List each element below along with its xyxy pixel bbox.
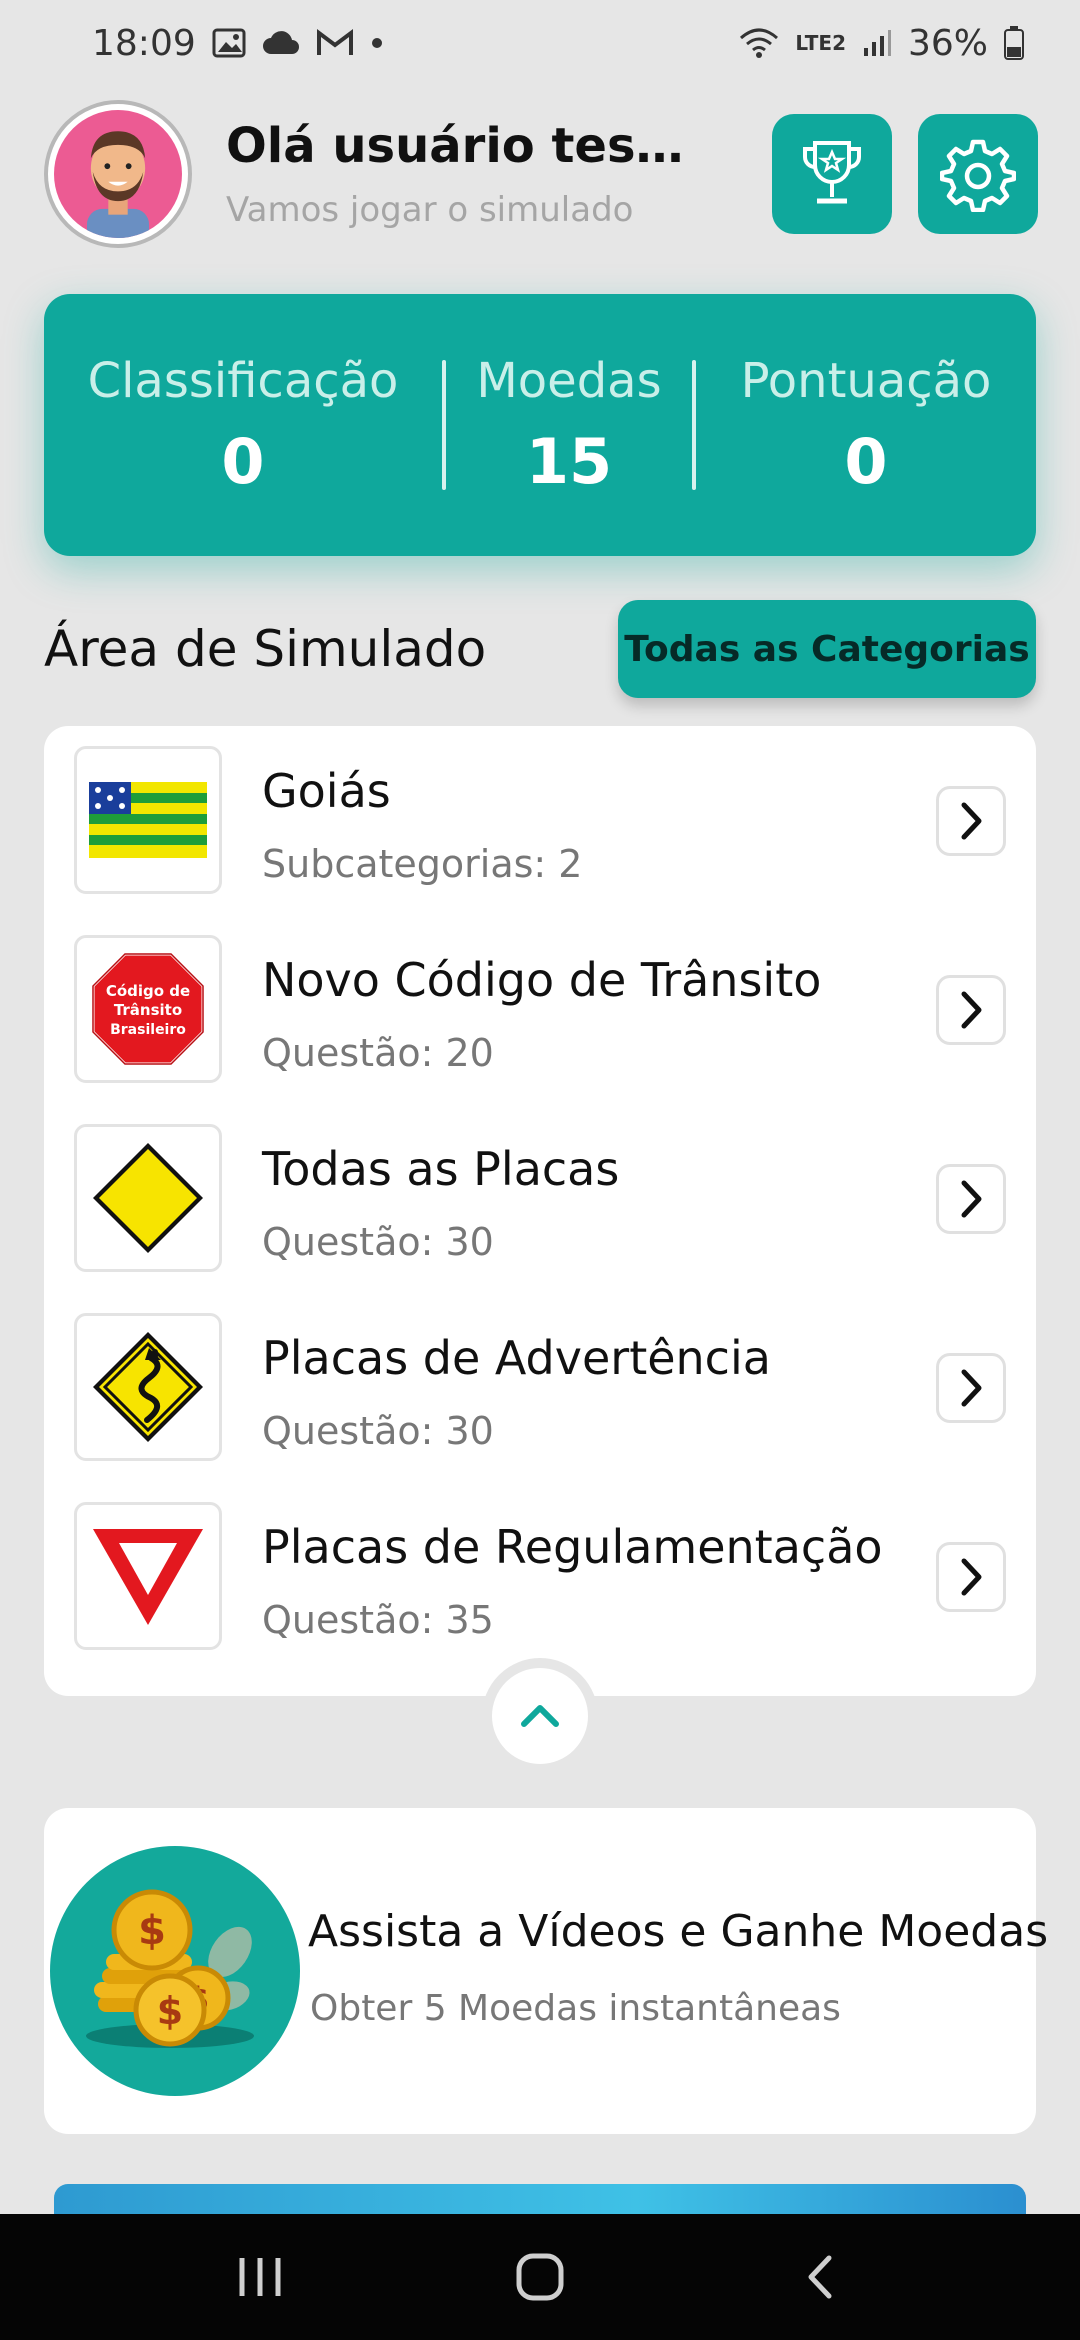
settings-button[interactable] (918, 114, 1038, 234)
reward-title: Assista a Vídeos e Ganhe Moedas (308, 1906, 1049, 1957)
chevron-right-icon[interactable] (936, 975, 1006, 1045)
back-icon (808, 2255, 832, 2299)
wifi-icon (739, 26, 779, 60)
yield-sign-icon (74, 1502, 222, 1650)
category-item-novo-codigo[interactable]: Código de Trânsito Brasileiro Novo Códig… (44, 935, 1036, 1124)
category-title: Placas de Advertência (262, 1331, 771, 1385)
section-title: Área de Simulado (44, 620, 487, 678)
image-icon (212, 28, 246, 58)
watch-videos-card[interactable]: $ $ $ Assista a Vídeos e Ganhe Moedas Ob… (44, 1808, 1048, 2134)
category-title: Placas de Regulamentação (262, 1520, 883, 1574)
stop-sign-icon: Código de Trânsito Brasileiro (74, 935, 222, 1083)
status-time: 18:09 (92, 22, 196, 64)
category-list: Goiás Subcategorias: 2 Código de Trânsit… (44, 726, 1036, 1696)
recent-apps-icon (239, 2258, 281, 2296)
category-subtitle: Questão: 30 (262, 1409, 494, 1453)
goias-flag-icon (74, 746, 222, 894)
chevron-right-icon[interactable] (936, 1542, 1006, 1612)
status-bar: 18:09 LTE2 36% (0, 0, 1080, 86)
category-item-todas-placas[interactable]: Todas as Placas Questão: 30 (44, 1124, 1036, 1313)
category-subtitle: Subcategorias: 2 (262, 842, 583, 886)
leaderboard-button[interactable] (772, 114, 892, 234)
category-title: Novo Código de Trânsito (262, 953, 822, 1007)
stat-coins[interactable]: Moedas 15 (446, 353, 692, 498)
gear-icon (940, 139, 1016, 212)
recent-apps-button[interactable] (200, 2227, 320, 2327)
category-item-goias[interactable]: Goiás Subcategorias: 2 (44, 746, 1036, 935)
category-title: Goiás (262, 764, 391, 818)
stat-ranking[interactable]: Classificação 0 (44, 353, 442, 498)
svg-text:$: $ (157, 1989, 183, 2033)
stat-score-label: Pontuação (740, 352, 992, 409)
stat-coins-label: Moedas (476, 352, 662, 409)
signal-icon (862, 28, 892, 58)
greeting-text: Olá usuário teste ... (226, 118, 706, 174)
chevron-right-icon[interactable] (936, 1353, 1006, 1423)
chevron-right-icon[interactable] (936, 1164, 1006, 1234)
winding-road-sign-icon (74, 1313, 222, 1461)
stat-score-value: 0 (844, 424, 888, 498)
battery-icon (1004, 26, 1024, 60)
avatar-image (54, 110, 182, 238)
header: Olá usuário teste ... Vamos jogar o simu… (44, 98, 1038, 248)
status-right: LTE2 36% (739, 23, 1024, 64)
stop-sign-line-2: Trânsito (114, 1001, 182, 1019)
battery-text: 36% (907, 22, 988, 64)
svg-text:$: $ (138, 1908, 166, 1954)
avatar[interactable] (44, 100, 192, 248)
stat-score[interactable]: Pontuação 0 (696, 353, 1036, 498)
cloud-icon (262, 30, 300, 56)
all-categories-button[interactable]: Todas as Categorias (618, 600, 1036, 698)
status-left: 18:09 (92, 23, 384, 64)
stop-sign-line-3: Brasileiro (110, 1022, 186, 1038)
chevron-right-icon[interactable] (936, 786, 1006, 856)
stop-sign-line-1: Código de (106, 982, 190, 1000)
home-icon (516, 2253, 564, 2301)
collapse-list-button[interactable] (482, 1658, 598, 1774)
category-title: Todas as Placas (262, 1142, 620, 1196)
gmail-icon (316, 29, 354, 57)
category-subtitle: Questão: 20 (262, 1031, 494, 1075)
chevron-up-icon (521, 1705, 559, 1727)
home-button[interactable] (480, 2227, 600, 2327)
back-button[interactable] (760, 2227, 880, 2327)
reward-subtitle: Obter 5 Moedas instantâneas (310, 1988, 841, 2029)
stat-coins-value: 15 (525, 424, 613, 498)
stats-card: Classificação 0 Moedas 15 Pontuação 0 (44, 294, 1036, 556)
category-item-advertencia[interactable]: Placas de Advertência Questão: 30 (44, 1313, 1036, 1502)
category-subtitle: Questão: 30 (262, 1220, 494, 1264)
system-navigation-bar (0, 2214, 1080, 2340)
greeting-subtitle: Vamos jogar o simulado (226, 190, 634, 230)
trophy-icon (803, 141, 861, 204)
stat-ranking-value: 0 (221, 424, 265, 498)
network-label: LTE2 (795, 31, 846, 55)
yellow-diamond-sign-icon (74, 1124, 222, 1272)
stat-ranking-label: Classificação (87, 352, 399, 409)
coins-icon: $ $ $ (50, 1846, 300, 2096)
category-subtitle: Questão: 35 (262, 1598, 494, 1642)
dot-icon (370, 36, 384, 50)
